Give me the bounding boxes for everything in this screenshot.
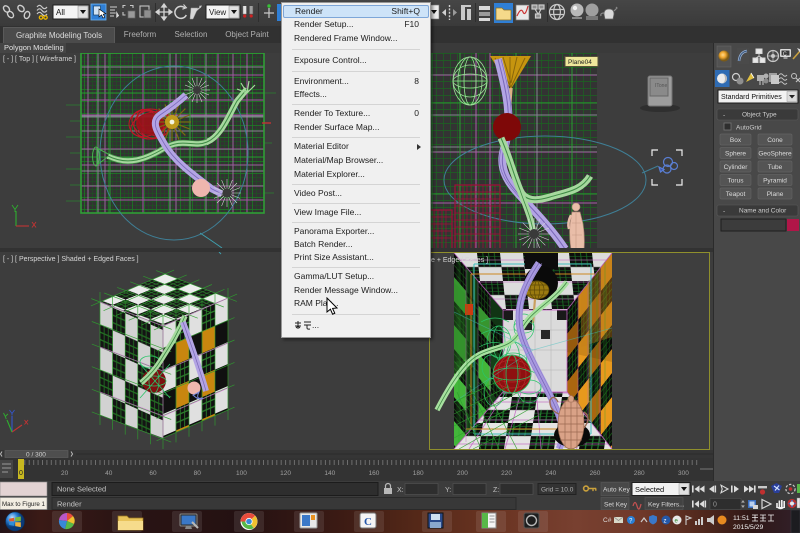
svg-text:Cone: Cone (767, 137, 783, 144)
svg-text:z: z (664, 519, 667, 525)
svg-text:All: All (56, 8, 65, 17)
svg-text:C#: C# (603, 517, 612, 524)
svg-text:Pyramid: Pyramid (763, 178, 787, 185)
svg-text:Selected: Selected (635, 485, 664, 494)
svg-text:View: View (209, 8, 226, 17)
svg-text:260: 260 (590, 470, 601, 477)
svg-text:[ - ] [ Perspective ] Shaded +: [ - ] [ Perspective ] Shaded + Edged Fac… (3, 256, 139, 263)
svg-text:ITone: ITone (655, 83, 667, 89)
svg-text:140: 140 (324, 470, 335, 477)
svg-text:20: 20 (61, 470, 69, 477)
svg-text:Plane04: Plane04 (568, 59, 592, 66)
svg-text:220: 220 (501, 470, 512, 477)
svg-text:160: 160 (369, 470, 380, 477)
svg-text:0: 0 (19, 470, 23, 477)
svg-text:Sphere: Sphere (725, 151, 746, 158)
svg-text:Grid = 10.0: Grid = 10.0 (541, 487, 574, 494)
svg-text:300: 300 (678, 470, 689, 477)
svg-text:Y:: Y: (445, 487, 451, 494)
svg-text:11:51: 11:51 (733, 515, 750, 522)
svg-text:Render: Render (57, 500, 82, 509)
svg-text:Teapot: Teapot (726, 191, 746, 198)
svg-text:C: C (783, 52, 787, 58)
svg-text:Auto Key: Auto Key (603, 487, 630, 494)
svg-text:Plane: Plane (767, 191, 784, 198)
svg-text:200: 200 (457, 470, 468, 477)
svg-text:80: 80 (194, 470, 202, 477)
svg-text:None Selected: None Selected (57, 485, 106, 494)
svg-text:Z:: Z: (493, 487, 499, 494)
svg-text:180: 180 (413, 470, 424, 477)
svg-text:Max to Figure 1: Max to Figure 1 (2, 501, 46, 508)
svg-text:Torus: Torus (728, 178, 745, 185)
svg-text:0: 0 (713, 502, 717, 509)
svg-text:GeoSphere: GeoSphere (758, 151, 792, 158)
svg-text:240: 240 (545, 470, 556, 477)
svg-text:100: 100 (236, 470, 247, 477)
svg-text:Set Key: Set Key (604, 502, 628, 509)
svg-text:Cylinder: Cylinder (724, 164, 749, 171)
svg-text:-: - (723, 208, 725, 215)
svg-text:[ - ] [ Top ] [ Wireframe ]: [ - ] [ Top ] [ Wireframe ] (3, 56, 76, 63)
svg-text:Key Filters...: Key Filters... (648, 502, 685, 509)
svg-text:X:: X: (397, 487, 404, 494)
svg-text:e + Edged Faces ]: e + Edged Faces ] (431, 257, 488, 264)
svg-text:Box: Box (730, 137, 742, 144)
svg-text:40: 40 (105, 470, 113, 477)
svg-text:-: - (723, 112, 725, 119)
svg-text:280: 280 (634, 470, 645, 477)
svg-text:AutoGrid: AutoGrid (736, 125, 762, 132)
svg-text:Object Type: Object Type (742, 112, 777, 119)
svg-text:Standard Primitives: Standard Primitives (721, 94, 782, 101)
svg-text:Tube: Tube (768, 164, 783, 171)
svg-text:2015/5/29: 2015/5/29 (733, 524, 763, 531)
svg-text:Name and Color: Name and Color (739, 208, 787, 215)
svg-text:60: 60 (149, 470, 157, 477)
svg-text:C: C (364, 516, 372, 528)
svg-text:120: 120 (280, 470, 291, 477)
